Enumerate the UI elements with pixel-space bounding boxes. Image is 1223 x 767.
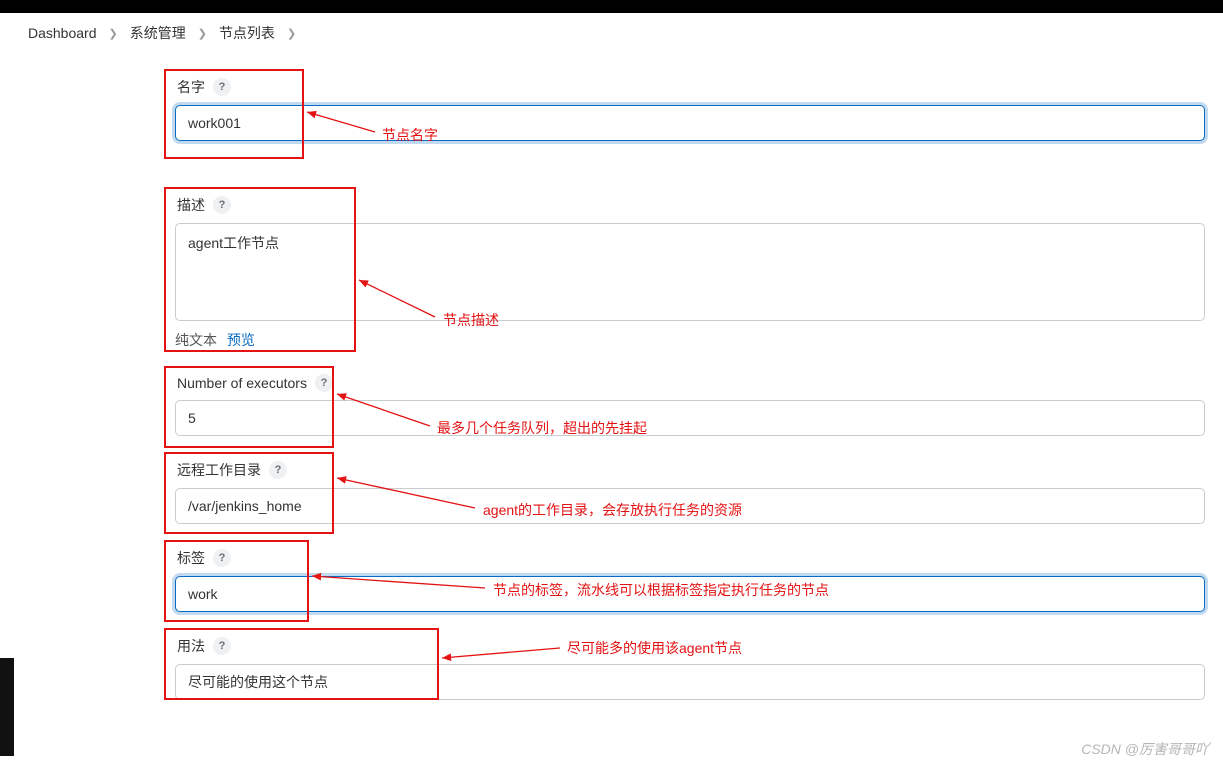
field-name: 名字 ? 节点名字 bbox=[175, 77, 1223, 141]
help-icon[interactable]: ? bbox=[269, 461, 287, 479]
chevron-right-icon: ❯ bbox=[287, 27, 296, 40]
help-icon[interactable]: ? bbox=[213, 549, 231, 567]
help-icon[interactable]: ? bbox=[315, 374, 333, 392]
node-config-form: 名字 ? 节点名字 描述 ? agent工作节点 纯文本 预览 节点描述 Num… bbox=[0, 53, 1223, 764]
field-usage: 用法 ? 尽可能的使用这个节点 尽可能多的使用该agent节点 bbox=[175, 636, 1223, 700]
field-description: 描述 ? agent工作节点 纯文本 预览 节点描述 bbox=[175, 195, 1223, 350]
mode-preview[interactable]: 预览 bbox=[227, 332, 255, 348]
breadcrumb-dashboard[interactable]: Dashboard bbox=[28, 25, 97, 41]
remote-label: 远程工作目录 bbox=[177, 460, 261, 480]
window-topbar bbox=[0, 0, 1223, 13]
description-input[interactable]: agent工作节点 bbox=[175, 223, 1205, 321]
help-icon[interactable]: ? bbox=[213, 637, 231, 655]
executors-input[interactable] bbox=[175, 400, 1205, 436]
name-input[interactable] bbox=[175, 105, 1205, 141]
breadcrumb-manage[interactable]: 系统管理 bbox=[130, 23, 186, 43]
field-remote-dir: 远程工作目录 ? agent的工作目录，会存放执行任务的资源 bbox=[175, 460, 1223, 524]
annotation-name: 节点名字 bbox=[382, 125, 438, 145]
name-label: 名字 bbox=[177, 77, 205, 97]
annotation-executors: 最多几个任务队列，超出的先挂起 bbox=[437, 418, 647, 438]
left-edge-bar bbox=[0, 658, 14, 756]
help-icon[interactable]: ? bbox=[213, 78, 231, 96]
breadcrumb-nodes[interactable]: 节点列表 bbox=[219, 23, 275, 43]
usage-select[interactable]: 尽可能的使用这个节点 bbox=[175, 664, 1205, 700]
field-labels: 标签 ? 节点的标签，流水线可以根据标签指定执行任务的节点 bbox=[175, 548, 1223, 612]
annotation-labels: 节点的标签，流水线可以根据标签指定执行任务的节点 bbox=[493, 580, 829, 600]
annotation-usage: 尽可能多的使用该agent节点 bbox=[567, 638, 742, 658]
help-icon[interactable]: ? bbox=[213, 196, 231, 214]
chevron-right-icon: ❯ bbox=[198, 27, 207, 40]
executors-label: Number of executors bbox=[177, 375, 307, 391]
annotation-remote: agent的工作目录，会存放执行任务的资源 bbox=[483, 500, 742, 520]
mode-plaintext: 纯文本 bbox=[175, 332, 217, 348]
description-mode: 纯文本 预览 bbox=[175, 330, 1223, 350]
watermark: CSDN @厉害哥哥吖 bbox=[1081, 739, 1209, 759]
breadcrumb: Dashboard ❯ 系统管理 ❯ 节点列表 ❯ bbox=[0, 13, 1223, 53]
description-label: 描述 bbox=[177, 195, 205, 215]
annotation-description: 节点描述 bbox=[443, 310, 499, 330]
chevron-right-icon: ❯ bbox=[109, 27, 118, 40]
labels-label: 标签 bbox=[177, 548, 205, 568]
usage-label: 用法 bbox=[177, 636, 205, 656]
field-executors: Number of executors ? 最多几个任务队列，超出的先挂起 bbox=[175, 374, 1223, 436]
